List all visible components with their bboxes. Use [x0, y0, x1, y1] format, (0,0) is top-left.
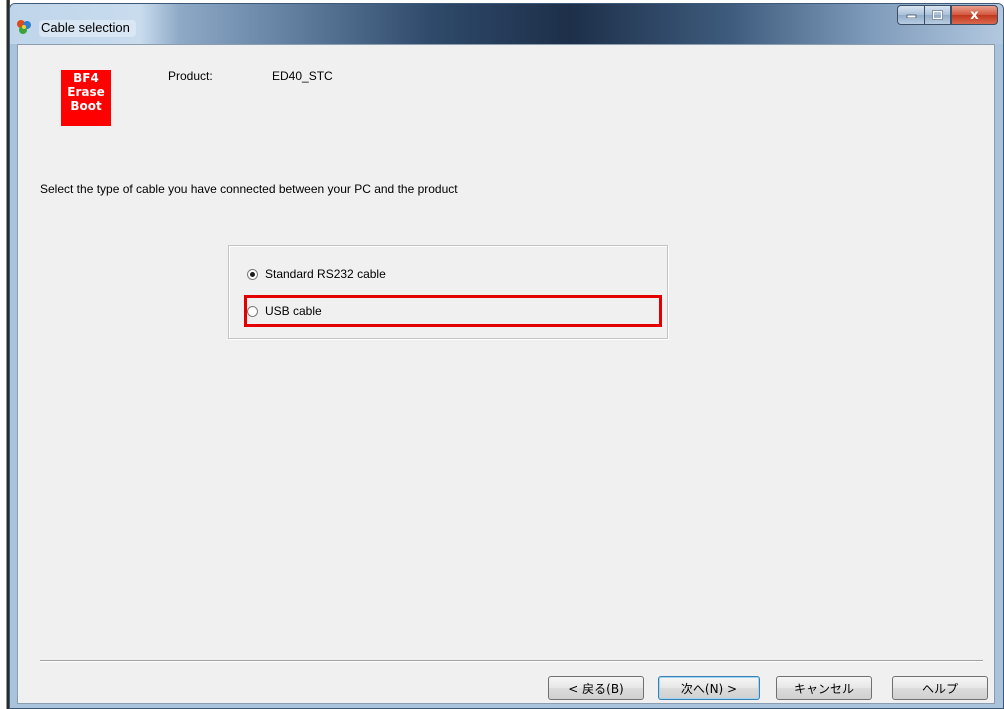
- radio-button-checked-icon[interactable]: [247, 268, 258, 280]
- next-button[interactable]: 次へ(N) >: [658, 676, 760, 700]
- logo-line-2: Erase: [67, 85, 105, 99]
- window-title: Cable selection: [39, 20, 136, 37]
- back-button[interactable]: < 戻る(B): [548, 676, 644, 700]
- usb-option-highlight: [244, 295, 662, 327]
- product-label: Product:: [168, 69, 213, 83]
- maximize-icon: [932, 10, 943, 20]
- radio-rs232-cable[interactable]: Standard RS232 cable: [247, 267, 386, 281]
- wizard-page: BF4 Erase Boot Product: ED40_STC Select …: [17, 44, 995, 704]
- product-value: ED40_STC: [272, 69, 333, 83]
- caption-buttons: x: [897, 5, 998, 27]
- instruction-text: Select the type of cable you have connec…: [40, 182, 458, 196]
- close-button[interactable]: x: [951, 5, 998, 25]
- cable-selection-window: Cable selection x BF4 Erase Boot Product…: [9, 3, 1004, 709]
- minimize-icon: [906, 14, 916, 18]
- cancel-button[interactable]: キャンセル: [776, 676, 872, 700]
- help-button[interactable]: ヘルプ: [892, 676, 988, 700]
- maximize-button[interactable]: [924, 5, 951, 25]
- minimize-button[interactable]: [897, 5, 924, 25]
- title-bar[interactable]: Cable selection x: [10, 4, 1003, 44]
- app-icon: [17, 20, 31, 34]
- logo-line-1: BF4: [73, 71, 99, 85]
- radio-rs232-label[interactable]: Standard RS232 cable: [265, 267, 386, 281]
- logo-line-3: Boot: [70, 99, 102, 113]
- button-separator: [40, 660, 983, 662]
- logo-badge: BF4 Erase Boot: [61, 70, 111, 126]
- close-icon: x: [970, 7, 979, 23]
